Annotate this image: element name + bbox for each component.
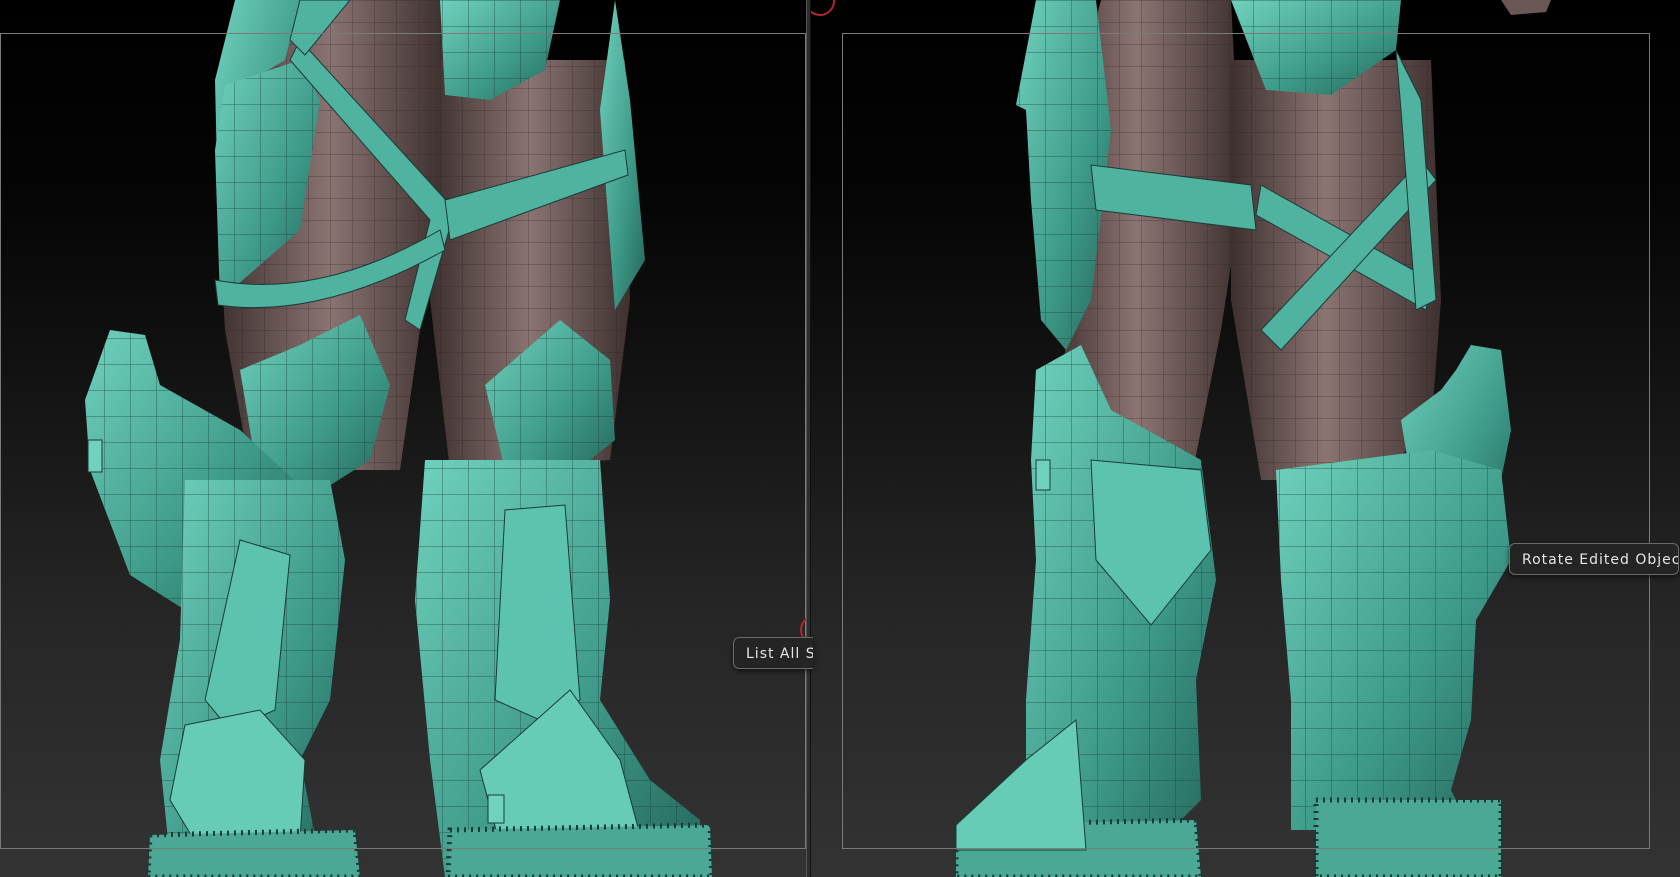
boot-front-right (494, 504, 581, 721)
boot-bolt-left (87, 439, 103, 473)
boot-sole-right (448, 825, 712, 877)
boot-bolt-side (1035, 459, 1051, 491)
boot-toe-front (955, 719, 1087, 851)
tooltip-rotate-edited-object: Rotate Edited Object (1509, 543, 1679, 575)
model-legs-side-view[interactable] (811, 0, 1680, 877)
boot-sole-left (148, 830, 360, 877)
model-legs-back-view[interactable] (0, 0, 806, 877)
viewport-left[interactable] (0, 0, 806, 877)
hand-fragment (1501, 0, 1551, 15)
boot-sole-back (1316, 800, 1501, 877)
boot-bolt-right (487, 794, 505, 824)
viewport-right[interactable] (811, 0, 1680, 877)
tooltip-list-all: List All S (733, 637, 813, 669)
